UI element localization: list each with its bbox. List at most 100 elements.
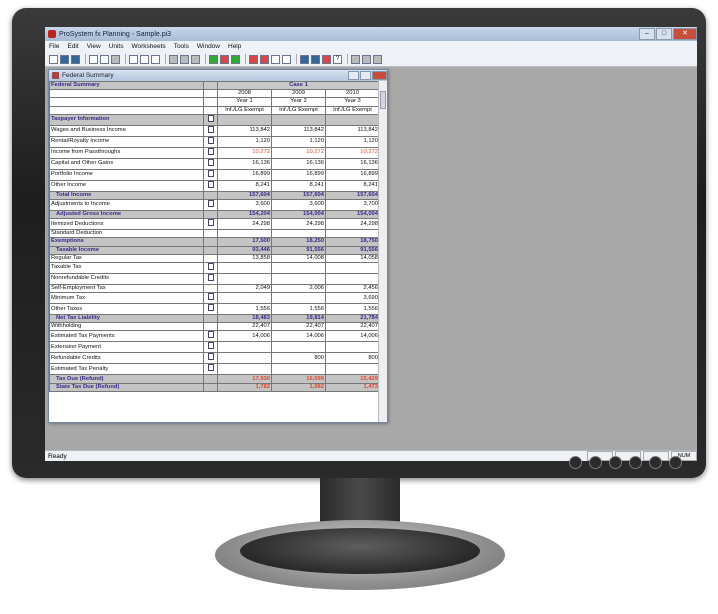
child-close-button[interactable] [372, 71, 387, 80]
row-label[interactable]: Income from Passthroughs [49, 146, 204, 159]
value-cell[interactable]: 16,899 [271, 168, 326, 181]
value-cell[interactable]: 113,842 [217, 124, 272, 137]
value-cell[interactable]: 22,407 [217, 322, 272, 332]
value-cell[interactable]: 91,556 [271, 245, 326, 255]
value-cell[interactable]: 24,298 [325, 218, 380, 231]
value-cell[interactable]: 18,750 [325, 237, 380, 247]
monitor-button[interactable] [589, 456, 602, 469]
value-cell[interactable]: 18,250 [271, 237, 326, 247]
report-icon[interactable] [249, 54, 258, 64]
row-label[interactable]: Minimum Tax [49, 292, 204, 305]
value-cell[interactable]: 1,556 [325, 303, 380, 316]
worksheet-icon[interactable] [209, 54, 218, 64]
value-cell[interactable] [271, 261, 326, 274]
cut-icon[interactable] [169, 54, 178, 64]
value-cell[interactable]: 17,500 [217, 237, 272, 247]
value-cell[interactable] [325, 363, 380, 376]
row-label[interactable]: Taxable Tax [49, 261, 204, 274]
row-label[interactable]: Other Income [49, 179, 204, 192]
refresh-icon[interactable] [231, 54, 240, 64]
worksheet-link-icon[interactable] [203, 261, 218, 274]
value-cell[interactable] [325, 229, 380, 239]
monitor-button[interactable] [629, 456, 642, 469]
value-cell[interactable]: 91,556 [325, 245, 380, 255]
value-cell[interactable]: 17,930 [217, 374, 272, 384]
worksheet-link-icon[interactable] [203, 272, 218, 285]
vertical-scrollbar[interactable] [378, 81, 387, 422]
row-label[interactable]: Other Taxes [49, 303, 204, 316]
value-cell[interactable]: 16,599 [271, 374, 326, 384]
value-cell[interactable]: 2,049 [217, 283, 272, 294]
worksheet-link-icon[interactable] [203, 113, 218, 126]
value-cell[interactable]: 1,782 [217, 382, 272, 392]
value-cell[interactable]: 18,483 [217, 314, 272, 324]
value-cell[interactable]: 16,899 [325, 168, 380, 181]
value-cell[interactable] [325, 113, 380, 126]
value-cell[interactable] [325, 341, 380, 354]
value-cell[interactable]: 800 [271, 352, 326, 365]
value-cell[interactable]: 157,604 [325, 190, 380, 200]
monitor-button[interactable] [609, 456, 622, 469]
value-cell[interactable]: 1,556 [271, 303, 326, 316]
value-cell[interactable] [271, 113, 326, 126]
worksheet-link-icon[interactable] [203, 124, 218, 137]
value-cell[interactable]: 16,136 [325, 157, 380, 170]
worksheet-link-icon[interactable] [203, 135, 218, 148]
value-cell[interactable]: 16,136 [271, 157, 326, 170]
close-button[interactable]: ✕ [673, 28, 697, 40]
undo-icon[interactable] [129, 54, 138, 64]
value-cell[interactable]: 21,784 [325, 314, 380, 324]
help-icon[interactable]: ? [333, 54, 342, 64]
value-cell[interactable]: 154,004 [325, 209, 380, 220]
value-cell[interactable]: 93,446 [217, 245, 272, 255]
value-cell[interactable] [271, 272, 326, 285]
value-cell[interactable]: 3,600 [217, 198, 272, 211]
value-cell[interactable]: 1,120 [271, 135, 326, 148]
row-label[interactable]: Itemized Deductions [49, 218, 204, 231]
value-cell[interactable]: 2,006 [271, 283, 326, 294]
value-cell[interactable] [217, 113, 272, 126]
open-folder-icon[interactable] [60, 54, 69, 64]
value-cell[interactable]: 8,241 [217, 179, 272, 192]
value-cell[interactable]: 1,682 [271, 382, 326, 392]
value-cell[interactable]: 22,407 [271, 322, 326, 332]
value-cell[interactable]: 24,298 [217, 218, 272, 231]
row-label[interactable]: Refundable Credits [49, 352, 204, 365]
row-label[interactable]: Extension Payment [49, 341, 204, 354]
menu-view[interactable]: View [87, 43, 101, 50]
calculator-icon[interactable] [151, 54, 160, 64]
row-label[interactable]: Rental/Royalty Income [49, 135, 204, 148]
row-label[interactable]: Adjusted Gross Income [49, 209, 204, 220]
menu-window[interactable]: Window [197, 43, 220, 50]
monitor-button[interactable] [569, 456, 582, 469]
value-cell[interactable] [217, 261, 272, 274]
paste-icon[interactable] [191, 54, 200, 64]
print-icon[interactable] [111, 54, 120, 64]
value-cell[interactable] [271, 292, 326, 305]
value-cell[interactable]: 10,272 [271, 146, 326, 159]
tools-icon[interactable] [322, 54, 331, 64]
value-cell[interactable] [325, 272, 380, 285]
value-cell[interactable]: 157,604 [217, 190, 272, 200]
child-minimize-button[interactable] [348, 71, 359, 80]
copy-icon[interactable] [180, 54, 189, 64]
value-cell[interactable]: 14,006 [325, 330, 380, 343]
row-label[interactable]: Taxpayer Information [49, 113, 204, 126]
value-cell[interactable]: 14,006 [271, 330, 326, 343]
row-label[interactable]: Nonrefundable Credits [49, 272, 204, 285]
value-cell[interactable]: 2,456 [325, 283, 380, 294]
monitor-button[interactable] [649, 456, 662, 469]
windows-icon[interactable] [311, 54, 320, 64]
value-cell[interactable] [271, 341, 326, 354]
save-icon[interactable] [71, 54, 80, 64]
computer-icon[interactable] [300, 54, 309, 64]
page-setup-icon[interactable] [100, 54, 109, 64]
worksheet-link-icon[interactable] [203, 198, 218, 211]
value-cell[interactable]: 19,814 [271, 314, 326, 324]
value-cell[interactable]: 22,407 [325, 322, 380, 332]
minimize-button[interactable]: ‒ [639, 28, 655, 40]
row-label[interactable]: Capital and Other Gains [49, 157, 204, 170]
value-cell[interactable] [271, 229, 326, 239]
value-cell[interactable]: 1,473 [325, 382, 380, 392]
row-label[interactable]: Estimated Tax Payments [49, 330, 204, 343]
